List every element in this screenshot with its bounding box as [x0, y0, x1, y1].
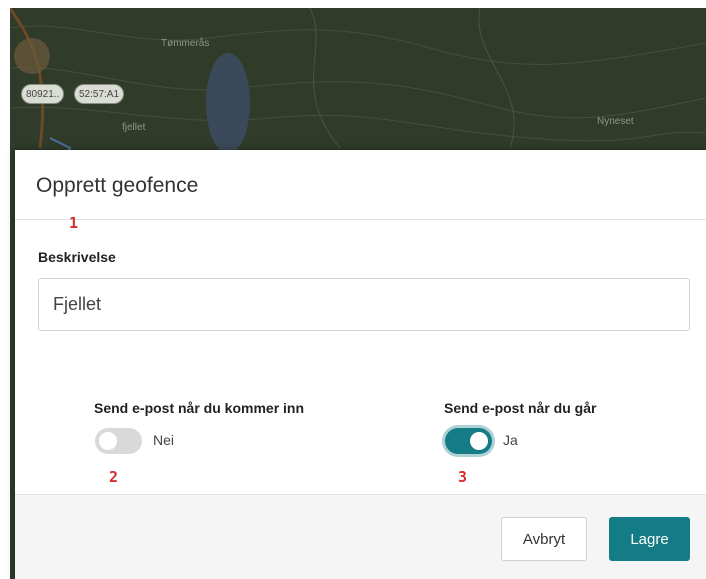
toggle-enter-label: Send e-post når du kommer inn: [94, 400, 305, 416]
toggle-enter-switch[interactable]: [95, 428, 142, 454]
toggle-exit-row: Ja: [445, 428, 605, 454]
modal-header: Opprett geofence: [15, 150, 706, 220]
map-place-label: Nyneset: [597, 116, 634, 127]
modal-title: Opprett geofence: [36, 174, 199, 197]
toggle-exit-label: Send e-post når du går: [444, 400, 597, 416]
toggle-enter-row: Nei: [95, 428, 255, 454]
toggle-enter-state: Nei: [153, 432, 175, 448]
toggle-group-enter: Send e-post når du kommer inn Nei: [94, 400, 394, 460]
toggle-knob: [470, 432, 488, 450]
toggle-knob: [99, 432, 117, 450]
annotation-marker-1: 1: [69, 214, 79, 232]
toggle-group-exit: Send e-post når du går Ja: [444, 400, 684, 460]
geofence-modal: Opprett geofence 1 Beskrivelse Send e-po…: [15, 150, 706, 579]
annotation-marker-2: 2: [109, 468, 119, 486]
map-place-label: fjellet: [122, 122, 146, 133]
map-place-label: Tømmerås: [161, 38, 210, 49]
toggle-exit-switch[interactable]: [445, 428, 492, 454]
toggle-exit-state: Ja: [503, 432, 518, 448]
description-label: Beskrivelse: [38, 249, 116, 265]
map-marker-label[interactable]: 80921..: [21, 84, 65, 104]
annotation-marker-3: 3: [458, 468, 468, 486]
cancel-button[interactable]: Avbryt: [501, 517, 587, 561]
description-input[interactable]: [38, 278, 690, 331]
modal-footer: Avbryt Lagre: [15, 494, 706, 579]
save-button[interactable]: Lagre: [609, 517, 690, 561]
map-marker-label[interactable]: 52:57:A1: [74, 84, 125, 104]
